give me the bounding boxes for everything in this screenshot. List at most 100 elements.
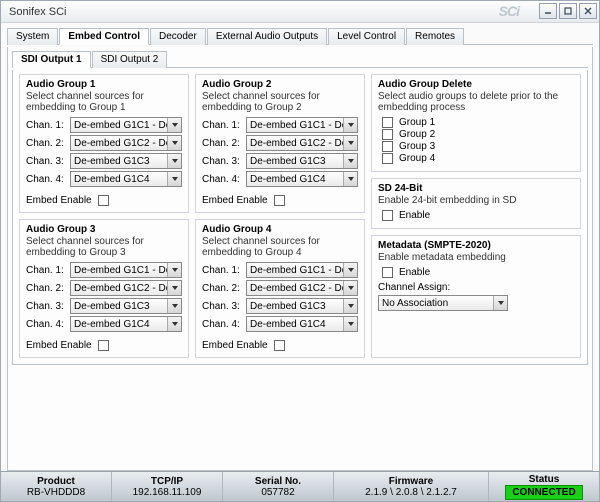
chan-4-select[interactable]: De-embed G1C4 xyxy=(70,316,182,332)
sd-enable-checkbox[interactable] xyxy=(382,210,393,221)
chan-label: Chan. 1: xyxy=(26,120,66,131)
main-tabs: System Embed Control Decoder External Au… xyxy=(7,27,593,45)
chan-1-select[interactable]: De-embed G1C1 - DolbyC1 xyxy=(70,117,182,133)
embed-enable-label: Embed Enable xyxy=(26,340,92,351)
chan-4-select[interactable]: De-embed G1C4 xyxy=(70,171,182,187)
chevron-down-icon xyxy=(343,299,357,313)
checkbox-label: Group 2 xyxy=(399,129,435,140)
chan-3-select[interactable]: De-embed G1C3 xyxy=(246,298,358,314)
panel-desc: Enable metadata embedding xyxy=(378,252,574,263)
embed-enable-checkbox[interactable] xyxy=(274,340,285,351)
app-body: System Embed Control Decoder External Au… xyxy=(1,23,599,471)
tab-level-control[interactable]: Level Control xyxy=(328,28,405,45)
chan-label: Chan. 2: xyxy=(26,138,66,149)
chan-2-select[interactable]: De-embed G1C2 - DolbyC2 xyxy=(70,135,182,151)
delete-group-2-checkbox[interactable] xyxy=(382,129,393,140)
chevron-down-icon xyxy=(167,154,181,168)
chevron-down-icon xyxy=(167,118,181,132)
chan-label: Chan. 3: xyxy=(202,156,242,167)
delete-group-4-checkbox[interactable] xyxy=(382,153,393,164)
tab-sdi-output-2[interactable]: SDI Output 2 xyxy=(92,51,168,68)
embed-enable-checkbox[interactable] xyxy=(274,195,285,206)
chan-4-select[interactable]: De-embed G1C4 xyxy=(246,171,358,187)
delete-group-1-checkbox[interactable] xyxy=(382,117,393,128)
close-button[interactable] xyxy=(579,3,597,19)
panel-desc: Select audio groups to delete prior to t… xyxy=(378,91,574,113)
embed-enable-checkbox[interactable] xyxy=(98,340,109,351)
chan-1-select[interactable]: De-embed G1C1 - DolbyC1 xyxy=(246,262,358,278)
chan-label: Chan. 1: xyxy=(202,265,242,276)
chevron-down-icon xyxy=(167,263,181,277)
right-column: Audio Group Delete Select audio groups t… xyxy=(371,74,581,358)
chevron-down-icon xyxy=(167,317,181,331)
title-bar: Sonifex SCi SCi xyxy=(1,1,599,23)
chan-label: Chan. 2: xyxy=(26,283,66,294)
group-desc: Select channel sources for embedding to … xyxy=(26,91,182,113)
sd-24bit-panel: SD 24-Bit Enable 24-bit embedding in SD … xyxy=(371,178,581,229)
chan-1-select[interactable]: De-embed G1C1 - DolbyC1 xyxy=(70,262,182,278)
chan-3-select[interactable]: De-embed G1C3 xyxy=(70,153,182,169)
chan-label: Chan. 4: xyxy=(26,174,66,185)
panel-desc: Enable 24-bit embedding in SD xyxy=(378,195,574,206)
tab-embed-control[interactable]: Embed Control xyxy=(59,28,149,45)
chevron-down-icon xyxy=(343,281,357,295)
chan-label: Chan. 3: xyxy=(202,301,242,312)
chevron-down-icon xyxy=(167,172,181,186)
tab-system[interactable]: System xyxy=(7,28,58,45)
chevron-down-icon xyxy=(167,281,181,295)
audio-group-3: Audio Group 3 Select channel sources for… xyxy=(19,219,189,358)
status-firmware: Firmware 2.1.9 \ 2.0.8 \ 2.1.2.7 xyxy=(334,472,489,501)
chevron-down-icon xyxy=(343,317,357,331)
checkbox-label: Enable xyxy=(399,210,430,221)
tab-sdi-output-1[interactable]: SDI Output 1 xyxy=(12,51,91,68)
window-title: Sonifex SCi xyxy=(9,6,66,18)
embed-control-page: SDI Output 1 SDI Output 2 Audio Group 1 … xyxy=(7,47,593,471)
tab-decoder[interactable]: Decoder xyxy=(150,28,206,45)
groups-grid: Audio Group 1 Select channel sources for… xyxy=(19,74,581,358)
status-connection: Status CONNECTED xyxy=(489,472,599,501)
panel-title: Metadata (SMPTE-2020) xyxy=(378,240,574,251)
chan-2-select[interactable]: De-embed G1C2 - DolbyC2 xyxy=(246,280,358,296)
chan-label: Chan. 3: xyxy=(26,156,66,167)
metadata-panel: Metadata (SMPTE-2020) Enable metadata em… xyxy=(371,235,581,358)
checkbox-label: Enable xyxy=(399,267,430,278)
chan-label: Chan. 1: xyxy=(26,265,66,276)
chevron-down-icon xyxy=(343,136,357,150)
chevron-down-icon xyxy=(343,154,357,168)
sub-tabs: SDI Output 1 SDI Output 2 xyxy=(12,50,588,68)
chevron-down-icon xyxy=(343,263,357,277)
chan-1-select[interactable]: De-embed G1C1 - DolbyC1 xyxy=(246,117,358,133)
group-desc: Select channel sources for embedding to … xyxy=(202,236,358,258)
sdi-output-1-page: Audio Group 1 Select channel sources for… xyxy=(12,70,588,365)
chan-label: Chan. 4: xyxy=(202,319,242,330)
meta-enable-checkbox[interactable] xyxy=(382,267,393,278)
chan-3-select[interactable]: De-embed G1C3 xyxy=(246,153,358,169)
status-ip: TCP/IP 192.168.11.109 xyxy=(112,472,223,501)
embed-enable-label: Embed Enable xyxy=(26,195,92,206)
checkbox-label: Group 1 xyxy=(399,117,435,128)
embed-enable-label: Embed Enable xyxy=(202,195,268,206)
chan-2-select[interactable]: De-embed G1C2 - DolbyC2 xyxy=(70,280,182,296)
logo: SCi xyxy=(499,3,519,19)
status-bar: Product RB-VHDDD8 TCP/IP 192.168.11.109 … xyxy=(1,471,599,501)
embed-enable-checkbox[interactable] xyxy=(98,195,109,206)
chan-2-select[interactable]: De-embed G1C2 - DolbyC2 xyxy=(246,135,358,151)
tab-remotes[interactable]: Remotes xyxy=(406,28,464,45)
minimize-button[interactable] xyxy=(539,3,557,19)
tab-ext-audio[interactable]: External Audio Outputs xyxy=(207,28,327,45)
chevron-down-icon xyxy=(493,296,507,310)
audio-group-1: Audio Group 1 Select channel sources for… xyxy=(19,74,189,213)
chan-label: Chan. 2: xyxy=(202,283,242,294)
audio-group-2: Audio Group 2 Select channel sources for… xyxy=(195,74,365,213)
chan-label: Chan. 4: xyxy=(26,319,66,330)
group-desc: Select channel sources for embedding to … xyxy=(26,236,182,258)
chevron-down-icon xyxy=(167,136,181,150)
group-title: Audio Group 1 xyxy=(26,79,182,90)
audio-group-delete-panel: Audio Group Delete Select audio groups t… xyxy=(371,74,581,172)
chan-4-select[interactable]: De-embed G1C4 xyxy=(246,316,358,332)
maximize-button[interactable] xyxy=(559,3,577,19)
chan-assign-select[interactable]: No Association xyxy=(378,295,508,311)
group-title: Audio Group 2 xyxy=(202,79,358,90)
chan-3-select[interactable]: De-embed G1C3 xyxy=(70,298,182,314)
delete-group-3-checkbox[interactable] xyxy=(382,141,393,152)
